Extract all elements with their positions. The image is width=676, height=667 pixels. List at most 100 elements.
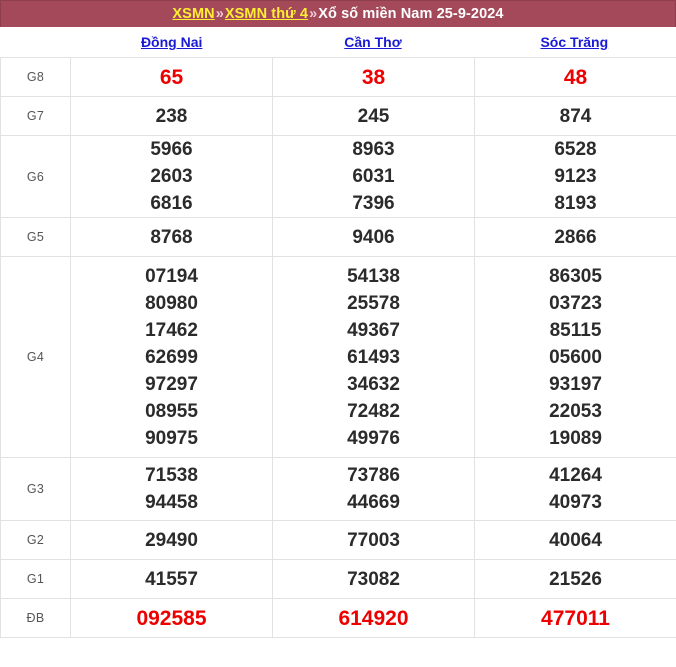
result-number: 54138 xyxy=(347,265,400,287)
result-number: 6816 xyxy=(150,193,193,214)
result-cell: 38 xyxy=(272,57,475,97)
result-cell: 54138 25578 49367 61493 34632 72482 49976 xyxy=(272,256,475,458)
result-number: 6031 xyxy=(352,166,395,187)
result-number: 092585 xyxy=(136,606,207,630)
result-cell: 477011 xyxy=(474,598,676,638)
result-number: 238 xyxy=(155,105,188,127)
result-number: 29490 xyxy=(145,529,198,551)
results-table: G8 65 38 48 G7 238 245 874 G6 5966 2603 6816 8963 603… xyxy=(0,57,676,638)
table-row: G2 29490 77003 40064 xyxy=(0,520,676,560)
result-cell: 245 xyxy=(272,96,475,136)
result-cell: 48 xyxy=(474,57,676,97)
result-number: 19089 xyxy=(549,427,602,449)
result-number: 73786 xyxy=(347,465,400,486)
province-header-soc-trang: Sóc Trăng xyxy=(474,34,675,50)
breadcrumb-link-xsmn-thu-4[interactable]: XSMN thứ 4 xyxy=(225,6,308,22)
result-number: 614920 xyxy=(338,606,409,630)
result-cell: 07194 80980 17462 62699 97297 08955 90975 xyxy=(70,256,273,458)
table-row: ĐB 092585 614920 477011 xyxy=(0,598,676,638)
result-number: 7396 xyxy=(352,193,395,214)
result-number: 5966 xyxy=(150,139,193,160)
result-number: 61493 xyxy=(347,346,400,368)
breadcrumb-link-xsmn[interactable]: XSMN xyxy=(172,6,214,22)
result-cell: 8768 xyxy=(70,217,273,257)
result-cell: 9406 xyxy=(272,217,475,257)
result-number: 80980 xyxy=(145,292,198,314)
breadcrumb-separator-2: » xyxy=(309,6,318,22)
result-number: 38 xyxy=(361,65,386,89)
result-number: 2603 xyxy=(150,166,193,187)
result-number: 71538 xyxy=(145,465,198,486)
result-number: 97297 xyxy=(145,373,198,395)
prize-label-g7: G7 xyxy=(0,96,71,136)
results-table-body: G8 65 38 48 G7 238 245 874 G6 5966 2603 6816 8963 603… xyxy=(0,57,676,638)
prize-label-g5: G5 xyxy=(0,217,71,257)
result-number: 245 xyxy=(357,105,390,127)
page-title-bar: XSMN»XSMN thứ 4»Xổ số miền Nam 25-9-2024 xyxy=(0,0,676,27)
result-number: 8193 xyxy=(554,193,597,214)
result-number: 34632 xyxy=(347,373,400,395)
result-number: 62699 xyxy=(145,346,198,368)
table-row: G3 71538 94458 73786 44669 41264 40973 xyxy=(0,457,676,521)
prize-label-g6: G6 xyxy=(0,135,71,218)
result-number: 93197 xyxy=(549,373,602,395)
result-number: 05600 xyxy=(549,346,602,368)
result-number: 9123 xyxy=(554,166,597,187)
result-number: 77003 xyxy=(347,529,400,551)
result-number: 8963 xyxy=(352,139,395,160)
result-number: 874 xyxy=(559,105,592,127)
prize-label-g3: G3 xyxy=(0,457,71,521)
result-number: 86305 xyxy=(549,265,602,287)
result-cell: 238 xyxy=(70,96,273,136)
result-number: 65 xyxy=(159,65,184,89)
table-row: G1 41557 73082 21526 xyxy=(0,559,676,599)
result-cell: 092585 xyxy=(70,598,273,638)
province-header-can-tho: Cần Thơ xyxy=(272,34,473,50)
result-number: 9406 xyxy=(352,226,395,248)
result-cell: 874 xyxy=(474,96,676,136)
result-number: 49976 xyxy=(347,427,400,449)
result-cell: 5966 2603 6816 xyxy=(70,135,273,218)
result-number: 72482 xyxy=(347,400,400,422)
result-number: 17462 xyxy=(145,319,198,341)
result-number: 22053 xyxy=(549,400,602,422)
result-number: 40973 xyxy=(549,492,602,513)
province-link-soc-trang[interactable]: Sóc Trăng xyxy=(540,34,608,50)
result-number: 6528 xyxy=(554,139,597,160)
result-cell: 614920 xyxy=(272,598,475,638)
result-number: 07194 xyxy=(145,265,198,287)
province-link-dong-nai[interactable]: Đồng Nai xyxy=(141,34,202,50)
result-number: 41264 xyxy=(549,465,602,486)
result-number: 21526 xyxy=(549,568,602,590)
result-cell: 73082 xyxy=(272,559,475,599)
province-link-can-tho[interactable]: Cần Thơ xyxy=(344,34,401,50)
table-row: G7 238 245 874 xyxy=(0,96,676,136)
result-number: 08955 xyxy=(145,400,198,422)
result-number: 48 xyxy=(563,65,588,89)
table-row: G6 5966 2603 6816 8963 6031 7396 6528 9123 8193 xyxy=(0,135,676,218)
result-cell: 40064 xyxy=(474,520,676,560)
result-cell: 8963 6031 7396 xyxy=(272,135,475,218)
breadcrumb-separator-1: » xyxy=(215,6,224,22)
lottery-results-page: XSMN»XSMN thứ 4»Xổ số miền Nam 25-9-2024… xyxy=(0,0,676,667)
prize-label-db: ĐB xyxy=(0,598,71,638)
table-row: G5 8768 9406 2866 xyxy=(0,217,676,257)
result-cell: 6528 9123 8193 xyxy=(474,135,676,218)
result-number: 03723 xyxy=(549,292,602,314)
result-cell: 2866 xyxy=(474,217,676,257)
prize-label-g2: G2 xyxy=(0,520,71,560)
result-cell: 29490 xyxy=(70,520,273,560)
breadcrumb-current-page: Xổ số miền Nam 25-9-2024 xyxy=(318,6,504,22)
result-number: 2866 xyxy=(554,226,597,248)
result-number: 40064 xyxy=(549,529,602,551)
result-cell: 41264 40973 xyxy=(474,457,676,521)
result-number: 73082 xyxy=(347,568,400,590)
province-header-dong-nai: Đồng Nai xyxy=(71,34,272,50)
result-number: 49367 xyxy=(347,319,400,341)
result-cell: 71538 94458 xyxy=(70,457,273,521)
prize-label-g1: G1 xyxy=(0,559,71,599)
table-row: G4 07194 80980 17462 62699 97297 08955 90975 541… xyxy=(0,256,676,458)
prize-label-g4: G4 xyxy=(0,256,71,458)
result-cell: 41557 xyxy=(70,559,273,599)
result-cell: 21526 xyxy=(474,559,676,599)
